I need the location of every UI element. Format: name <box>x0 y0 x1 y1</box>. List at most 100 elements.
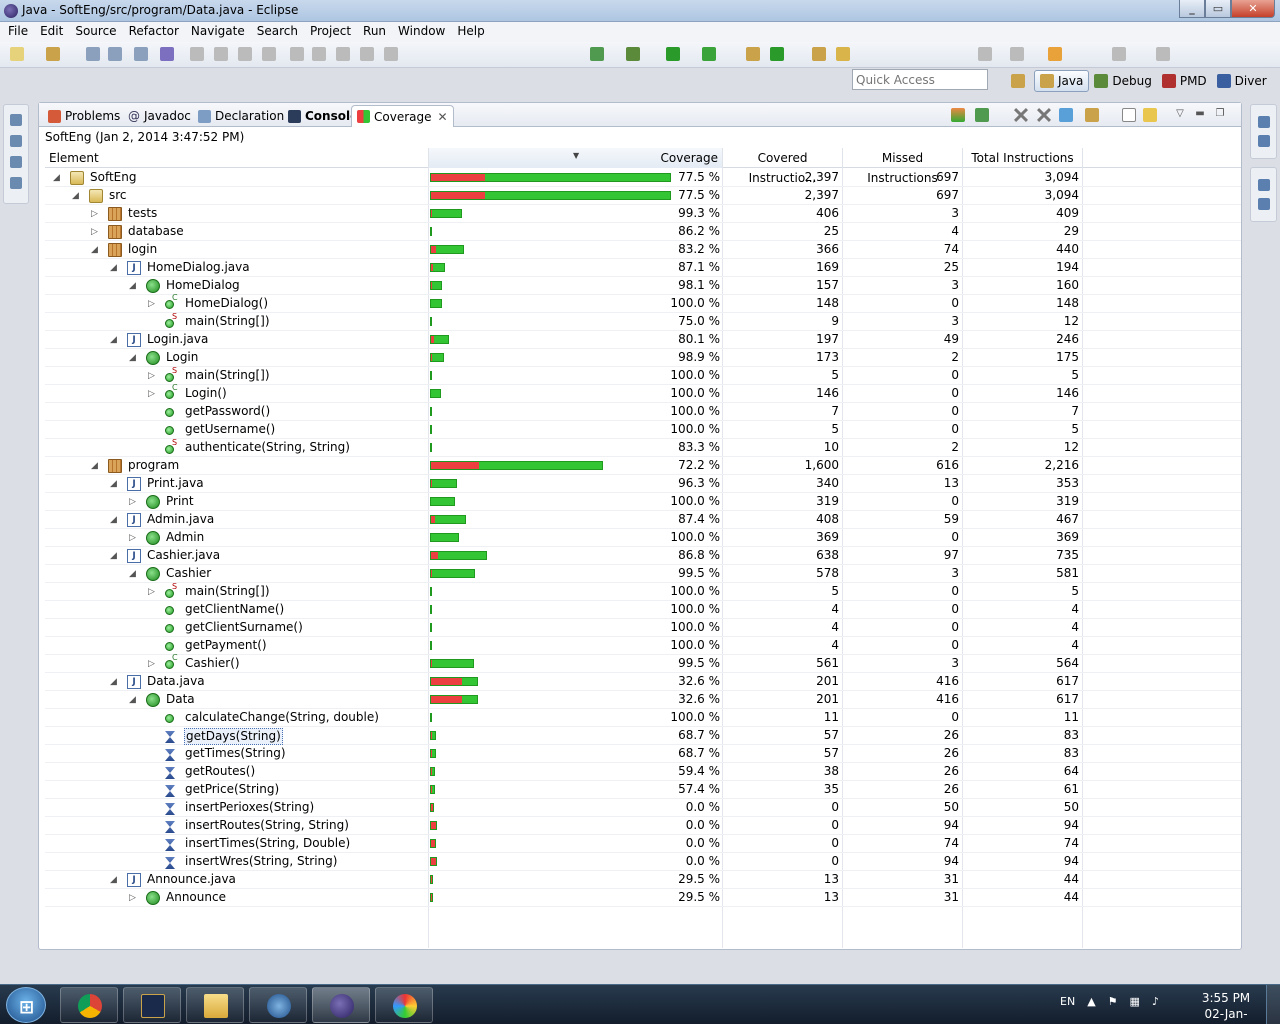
column-header-element[interactable]: Element <box>45 148 429 168</box>
taskbar-chrome[interactable] <box>60 987 118 1023</box>
menu-project[interactable]: Project <box>304 22 357 42</box>
tree-row[interactable]: getPrice(String) 57.4 % 35 26 61 <box>45 781 1241 799</box>
collapse-icon[interactable]: ◢ <box>53 172 61 184</box>
tree-row[interactable]: ▷ tests 99.3 % 406 3 409 <box>45 205 1241 223</box>
collapse-icon[interactable]: ◢ <box>110 874 118 886</box>
collapse-icon[interactable]: ◢ <box>91 244 99 256</box>
tree-row[interactable]: ◢ login 83.2 % 366 74 440 <box>45 241 1241 259</box>
tree-row[interactable]: ◢ HomeDialog 98.1 % 157 3 160 <box>45 277 1241 295</box>
clock[interactable]: 3:55 PM 02-Jan-14 <box>1198 990 1254 1024</box>
remove-all-sessions-icon[interactable] <box>1037 108 1051 122</box>
menu-window[interactable]: Window <box>392 22 451 42</box>
tree-row[interactable]: ◢ Data 32.6 % 201 416 617 <box>45 691 1241 709</box>
save-all-icon[interactable] <box>108 47 122 61</box>
volume-icon[interactable]: ♪ <box>1152 995 1159 1008</box>
tree-row[interactable]: insertWres(String, String) 0.0 % 0 94 94 <box>45 853 1241 871</box>
tab-coverage[interactable]: Coverage ✕ <box>351 105 454 127</box>
disconnect-icon[interactable] <box>262 47 276 61</box>
tree-row[interactable]: ▷ Cashier() 99.5 % 561 3 564 <box>45 653 1241 673</box>
menu-file[interactable]: File <box>2 22 34 42</box>
tree-row[interactable]: ▷ main(String[]) 100.0 % 5 0 5 <box>45 582 1241 601</box>
back-icon[interactable] <box>1048 47 1062 61</box>
tree-row[interactable]: ◢ J Cashier.java 86.8 % 638 97 735 <box>45 547 1241 565</box>
collapse-icon[interactable]: ◢ <box>129 280 137 292</box>
search-icon[interactable] <box>836 47 850 61</box>
package-explorer-icon[interactable] <box>10 135 22 147</box>
taskbar-league[interactable] <box>123 987 181 1023</box>
expand-icon[interactable]: ▷ <box>91 226 99 238</box>
tree-row[interactable]: ▷ HomeDialog() 100.0 % 148 0 148 <box>45 293 1241 313</box>
collapse-icon[interactable]: ◢ <box>72 190 80 202</box>
tree-row[interactable]: ◢ SoftEng 77.5 % 2,397 697 3,094 <box>45 169 1241 187</box>
collapse-icon[interactable]: ◢ <box>129 568 137 580</box>
suspend-icon[interactable] <box>214 47 228 61</box>
menu-navigate[interactable]: Navigate <box>185 22 251 42</box>
next-annotation-icon[interactable] <box>1010 47 1024 61</box>
tree-row[interactable]: ▷ main(String[]) 100.0 % 5 0 5 <box>45 366 1241 385</box>
print-icon[interactable] <box>134 47 148 61</box>
tree-row[interactable]: ▷ Login() 100.0 % 146 0 146 <box>45 383 1241 403</box>
tree-row[interactable]: ◢ J Announce.java 29.5 % 13 31 44 <box>45 871 1241 889</box>
expand-icon[interactable]: ▷ <box>148 658 156 670</box>
remove-session-icon[interactable] <box>1014 108 1028 122</box>
pin-editor-icon[interactable] <box>1156 47 1170 61</box>
new-type-icon[interactable] <box>46 47 60 61</box>
tree-row[interactable]: ◢ Login 98.9 % 173 2 175 <box>45 349 1241 367</box>
perspective-pmd[interactable]: PMD <box>1157 70 1212 92</box>
new-icon[interactable] <box>10 47 24 61</box>
expand-icon[interactable]: ▷ <box>129 532 137 544</box>
column-header-coverage[interactable]: ▼ Coverage <box>429 148 723 168</box>
collapse-icon[interactable]: ◢ <box>110 676 118 688</box>
view-menu-icon[interactable]: ▽ <box>1173 108 1187 122</box>
collapse-icon[interactable]: ◢ <box>110 514 118 526</box>
coverage-icon[interactable] <box>702 47 716 61</box>
drop-frame-icon[interactable] <box>360 47 374 61</box>
show-hidden-icons-icon[interactable]: ▲ <box>1087 995 1095 1008</box>
menu-edit[interactable]: Edit <box>34 22 69 42</box>
hierarchy-icon[interactable] <box>10 156 22 168</box>
restore-icon[interactable] <box>10 114 22 126</box>
junit-icon[interactable] <box>10 177 22 189</box>
outline-icon[interactable] <box>1257 135 1270 147</box>
session-dropdown-icon[interactable] <box>975 108 989 122</box>
tree-row[interactable]: insertPerioxes(String) 0.0 % 0 50 50 <box>45 799 1241 817</box>
link-with-editor-icon[interactable] <box>1143 108 1157 122</box>
expand-icon[interactable]: ▷ <box>148 370 156 382</box>
tree-row[interactable]: ◢ J Print.java 96.3 % 340 13 353 <box>45 475 1241 493</box>
taskbar-thunderbird[interactable] <box>249 987 307 1023</box>
tree-row[interactable]: getClientName() 100.0 % 4 0 4 <box>45 601 1241 619</box>
tree-row[interactable]: getDays(String) 68.7 % 57 26 83 <box>45 727 1241 745</box>
tree-row[interactable]: ▷ Print 100.0 % 319 0 319 <box>45 493 1241 511</box>
new-class-icon[interactable] <box>770 47 784 61</box>
expand-icon[interactable]: ▷ <box>148 388 156 400</box>
new-java-project-icon[interactable] <box>590 47 604 61</box>
column-header-missed[interactable]: Missed Instructions <box>843 148 963 185</box>
close-window-button[interactable]: ✕ <box>1231 0 1275 18</box>
network-icon[interactable]: ▦ <box>1130 995 1140 1008</box>
collapse-icon[interactable]: ◢ <box>129 352 137 364</box>
expand-icon[interactable]: ▷ <box>148 586 156 598</box>
open-type-icon[interactable] <box>812 47 826 61</box>
tree-row[interactable]: ◢ Cashier 99.5 % 578 3 581 <box>45 565 1241 583</box>
perspective-debug[interactable]: Debug <box>1089 70 1156 92</box>
expand-icon[interactable]: ▷ <box>148 298 156 310</box>
restore-icon[interactable] <box>1257 116 1270 128</box>
maximize-view-icon[interactable]: ❐ <box>1213 108 1227 122</box>
tree-row[interactable]: calculateChange(String, double) 100.0 % 11… <box>45 709 1241 727</box>
collapse-icon[interactable]: ◢ <box>129 694 137 706</box>
expand-icon[interactable]: ▷ <box>129 892 137 904</box>
close-icon[interactable]: ✕ <box>438 110 448 124</box>
collapse-icon[interactable]: ◢ <box>110 334 118 346</box>
start-button[interactable]: ⊞ <box>6 987 46 1023</box>
action-center-icon[interactable]: ⚑ <box>1108 995 1118 1008</box>
tree-row[interactable]: ▷ Announce 29.5 % 13 31 44 <box>45 889 1241 907</box>
tree-row[interactable]: insertTimes(String, Double) 0.0 % 0 74 74 <box>45 835 1241 853</box>
last-edit-icon[interactable] <box>978 47 992 61</box>
step-into-icon[interactable] <box>290 47 304 61</box>
tree-row[interactable]: getRoutes() 59.4 % 38 26 64 <box>45 763 1241 781</box>
terminate-icon[interactable] <box>238 47 252 61</box>
debug-icon[interactable] <box>626 47 640 61</box>
taskbar-explorer[interactable] <box>186 987 244 1023</box>
dump-execution-data-icon[interactable] <box>1085 108 1099 122</box>
tab-javadoc[interactable]: @ Javadoc <box>123 105 196 127</box>
